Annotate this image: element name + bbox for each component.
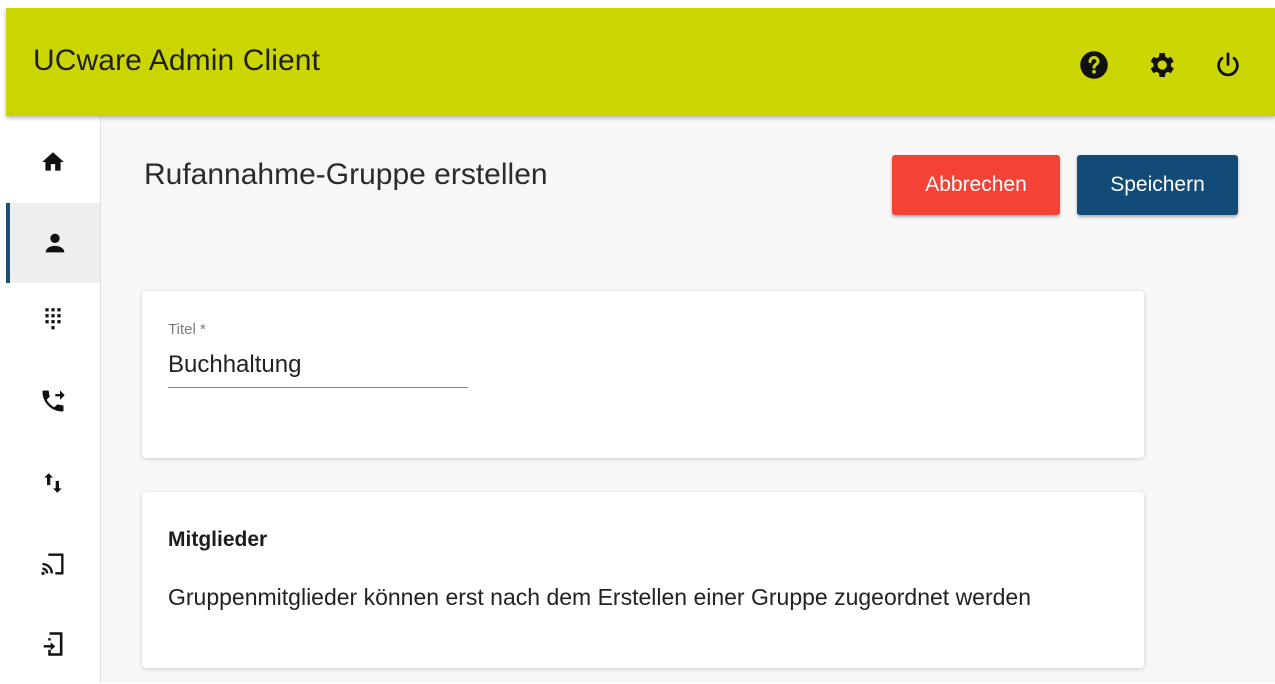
nav-transfer[interactable] bbox=[6, 443, 100, 523]
nav-cast[interactable] bbox=[6, 524, 100, 604]
members-card: Mitglieder Gruppenmitglieder können erst… bbox=[142, 492, 1144, 668]
phone-login-icon bbox=[43, 632, 63, 656]
app-title: UCware Admin Client bbox=[33, 44, 321, 77]
dialpad-icon bbox=[45, 308, 61, 330]
person-icon bbox=[45, 233, 65, 253]
nav-call-forwarding[interactable] bbox=[6, 361, 100, 441]
members-heading: Mitglieder bbox=[168, 528, 268, 551]
top-app-bar: UCware Admin Client bbox=[6, 8, 1275, 116]
title-card: Titel * bbox=[142, 291, 1144, 458]
app-window: UCware Admin Client Rufannahme-Gruppe er… bbox=[6, 8, 1275, 683]
title-input[interactable] bbox=[168, 343, 468, 388]
phone-forward-icon bbox=[42, 390, 65, 412]
members-info-text: Gruppenmitglieder können erst nach dem E… bbox=[168, 584, 1032, 610]
page-title: Rufannahme-Gruppe erstellen bbox=[144, 158, 548, 191]
title-field-label: Titel * bbox=[168, 321, 206, 338]
settings-gear-icon[interactable] bbox=[1144, 48, 1178, 82]
nav-login[interactable] bbox=[6, 604, 100, 684]
sidebar-nav bbox=[6, 116, 101, 683]
cancel-button[interactable]: Abbrechen bbox=[892, 155, 1060, 215]
save-button[interactable]: Speichern bbox=[1077, 155, 1238, 215]
nav-users[interactable] bbox=[6, 203, 100, 283]
swap-vert-icon bbox=[44, 473, 62, 493]
power-icon[interactable] bbox=[1211, 48, 1245, 82]
help-icon[interactable] bbox=[1077, 48, 1111, 82]
nav-dialpad[interactable] bbox=[6, 279, 100, 359]
nav-home[interactable] bbox=[6, 122, 100, 202]
cast-icon bbox=[41, 553, 64, 575]
home-icon bbox=[42, 152, 64, 171]
